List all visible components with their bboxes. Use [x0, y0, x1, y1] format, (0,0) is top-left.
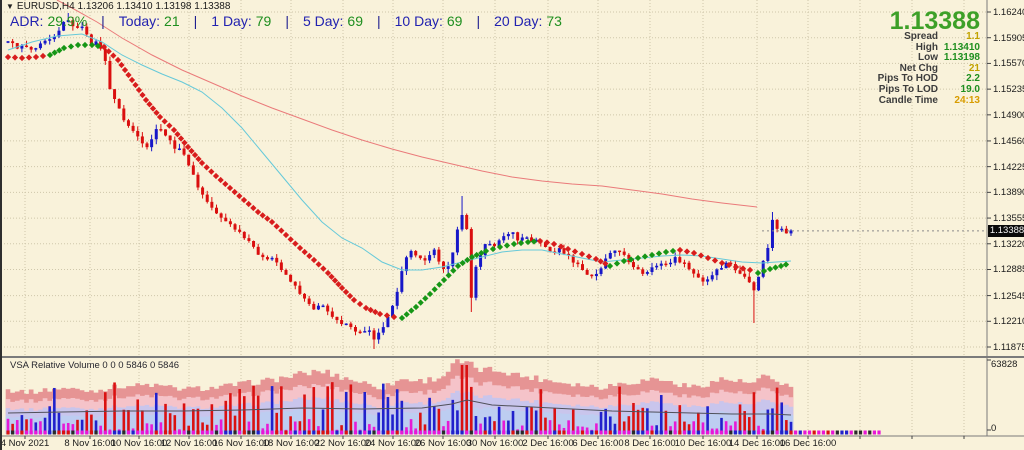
collapse-triangle-icon[interactable]: ▼	[6, 2, 14, 11]
symbol-ohlc-line[interactable]: ▼ EURUSD,H4 1.13206 1.13410 1.13198 1.133…	[6, 1, 230, 12]
time-axis-label: 10 Dec 16:00	[674, 438, 732, 449]
adr-label: Today:	[118, 13, 161, 29]
adr-value: 21	[164, 13, 180, 29]
adr-value: 29.9%	[47, 13, 88, 29]
chart-canvas[interactable]	[2, 0, 1024, 450]
adr-value: 73	[546, 13, 562, 29]
time-axis-label: 2 Dec 16:00	[522, 438, 574, 449]
moving-averages-layer	[7, 0, 792, 271]
quote-row: Candle Time 24:13	[878, 94, 980, 107]
current-price-badge: 1.13388	[988, 224, 1024, 237]
adr-label: 10 Day:	[394, 13, 443, 29]
quote-row-label: High	[915, 41, 938, 53]
volume-indicator-title: VSA Relative Volume 0 0 0 5846 0 5846	[10, 360, 180, 371]
price-axis-label: 1.14900	[993, 109, 1024, 121]
price-axis-label: 1.12210	[993, 316, 1024, 328]
adr-label: 1 Day:	[211, 13, 252, 29]
time-axis-label: 8 Nov 16:00	[64, 438, 116, 449]
time-axis-label: 8 Dec 16:00	[624, 438, 676, 449]
price-axis-label: 1.15235	[993, 84, 1024, 96]
adr-separator: |	[193, 13, 198, 29]
time-axis-label: 30 Nov 16:00	[466, 438, 524, 449]
adr-separator: |	[285, 13, 289, 29]
price-axis-label: 1.14225	[993, 161, 1024, 173]
quote-rows: Spread 1.1 High 1.13410 Low 1.13198 Net Chg 21 P…	[877, 31, 980, 107]
quote-row-label: Candle Time	[878, 94, 938, 106]
symbol-ohlc-text: EURUSD,H4 1.13206 1.13410 1.13198 1.1338…	[16, 1, 231, 12]
time-axis-label: 18 Nov 16:00	[262, 438, 320, 449]
quote-row-value: 1.1	[966, 31, 980, 42]
time-axis-label: 24 Nov 16:00	[364, 438, 422, 449]
adr-separator: |	[377, 13, 381, 29]
adr-value: 69	[347, 13, 363, 29]
time-axis-label: 22 Nov 16:00	[314, 438, 372, 449]
adr-separator: |	[476, 13, 481, 29]
time-axis-label: 4 Nov 2021	[0, 438, 50, 449]
adr-value: 69	[446, 13, 463, 29]
adr-value: 79	[255, 13, 272, 29]
price-axis-label: 1.13555	[993, 213, 1024, 225]
time-axis-label: 16 Nov 16:00	[212, 438, 270, 449]
time-axis-label: 26 Nov 16:00	[414, 438, 472, 449]
price-axis-label: 1.16240	[993, 7, 1024, 18]
current-price-big: 1.13388	[889, 7, 980, 35]
adr-indicator-line: ADR: 29.9% | Today: 21 | 1 Day: 79 | 5 Day: 69 | 10 …	[10, 13, 562, 29]
quote-info-panel: 1.13388 Spread 1.1 High 1.13410 Low 1.13198 Ne…	[877, 7, 980, 107]
price-axis-label: 1.12545	[993, 290, 1024, 302]
price-axis-label: 1.14560	[993, 135, 1024, 147]
time-axis-label: 16 Dec 16:00	[779, 438, 837, 449]
adr-label: 5 Day:	[302, 13, 344, 29]
price-axis-label: 1.15905	[993, 32, 1024, 44]
quote-row-label: Net Chg	[899, 62, 938, 74]
adr-label: 20 Day:	[494, 13, 543, 29]
quote-row-label: Pips To HOD	[877, 73, 938, 85]
time-axis-label: 6 Dec 16:00	[572, 438, 624, 449]
price-axis-label: 1.13890	[993, 187, 1024, 199]
time-axis-label: 10 Nov 16:00	[110, 438, 168, 449]
trend-dots-layer	[4, 41, 790, 322]
volume-axis-min: 0	[991, 423, 997, 434]
time-axis-label: 14 Dec 16:00	[728, 438, 786, 449]
price-axis-label: 1.15570	[993, 58, 1024, 70]
time-axis-label: 12 Nov 16:00	[160, 438, 218, 449]
quote-row-value: 19.0	[960, 83, 980, 95]
quote-row-label: Spread	[904, 31, 938, 42]
volume-axis-max: 63828	[991, 359, 1018, 370]
quote-row-value: 24:13	[954, 94, 980, 106]
mt4-chart-window: ▼ EURUSD,H4 1.13206 1.13410 1.13198 1.133…	[0, 0, 1024, 450]
price-axis-label: 1.11875	[993, 342, 1024, 353]
price-axis-label: 1.13220	[993, 238, 1024, 250]
volume-strip-layer	[6, 430, 881, 435]
price-axis-label: 1.12885	[993, 264, 1024, 276]
quote-row-label: Low	[918, 52, 938, 64]
adr-label: ADR:	[10, 13, 44, 29]
quote-row-label: Pips To LOD	[878, 83, 938, 95]
adr-separator: |	[101, 13, 105, 29]
